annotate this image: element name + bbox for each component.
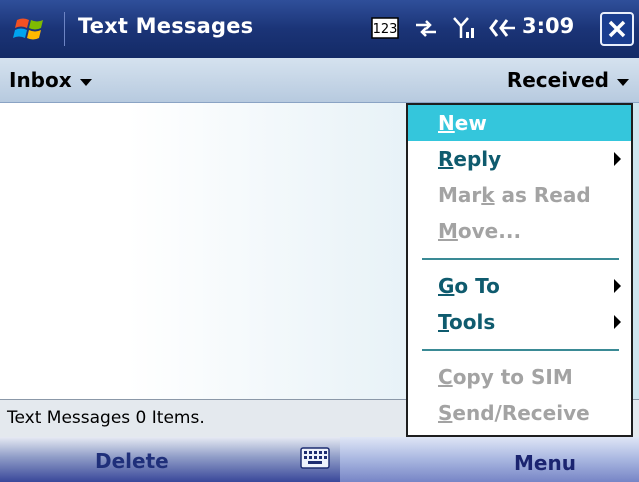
sort-dropdown[interactable]: Received [507, 68, 629, 92]
menu-item-mark-as-read: Mark as Read [438, 183, 591, 207]
menu-item-copy-to-sim: Copy to SIM [438, 365, 573, 389]
menu-item-move: Move... [438, 219, 522, 243]
windows-flag-icon[interactable] [8, 12, 56, 46]
folder-dropdown[interactable]: Inbox [9, 68, 92, 92]
folder-label: Inbox [9, 68, 72, 92]
window-title: Text Messages [78, 14, 254, 38]
submenu-arrow-icon [614, 279, 621, 293]
close-button[interactable] [600, 12, 634, 46]
delete-softkey[interactable]: Delete [95, 449, 169, 473]
network-arrows-icon[interactable] [410, 11, 442, 45]
close-x-icon [608, 20, 626, 38]
menu-divider [408, 249, 631, 268]
sort-label: Received [506, 68, 609, 92]
speaker-icon[interactable] [486, 11, 518, 45]
title-separator [64, 12, 65, 46]
softkey-bar: Delete Menu [0, 437, 639, 482]
menu-softkey[interactable]: Menu [514, 451, 576, 475]
title-bar: Text Messages 123 3:09 [0, 0, 639, 58]
keyboard-icon[interactable] [300, 447, 330, 469]
menu-softkey-background [340, 437, 639, 482]
chevron-down-icon [79, 78, 92, 86]
menu-item-reply[interactable]: Reply [408, 141, 631, 177]
input-mode-123-icon[interactable]: 123 [370, 11, 400, 45]
popup-menu: New Reply Mark as Read Move... Go To Too… [406, 103, 633, 437]
submenu-arrow-icon [614, 315, 621, 329]
menu-item-new[interactable]: New [408, 105, 631, 141]
status-text: Text Messages 0 Items. [7, 408, 205, 428]
menu-divider [408, 340, 631, 359]
menu-item-send-receive: Send/Receive [438, 401, 590, 425]
clock[interactable]: 3:09 [522, 14, 574, 38]
svg-text:123: 123 [373, 22, 398, 37]
menu-item-go-to[interactable]: Go To [408, 268, 631, 304]
menu-item-tools[interactable]: Tools [408, 304, 631, 340]
submenu-arrow-icon [614, 152, 621, 166]
chevron-down-icon [617, 78, 629, 86]
signal-strength-icon[interactable] [448, 11, 480, 45]
list-header: Inbox Received [0, 58, 639, 103]
